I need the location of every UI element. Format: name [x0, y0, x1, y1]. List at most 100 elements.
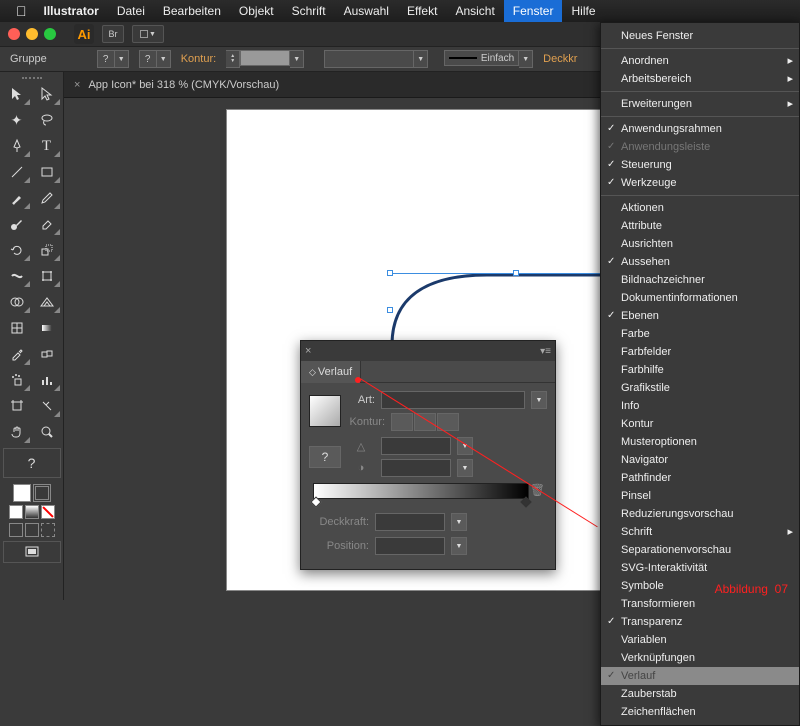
gradient-type-select[interactable]	[381, 391, 525, 409]
stroke-swatch-btn[interactable]: ?	[139, 50, 157, 68]
shape-builder-tool[interactable]	[3, 290, 31, 314]
minimize-window-button[interactable]	[26, 28, 38, 40]
pen-tool[interactable]	[3, 134, 31, 158]
menu-item-dokumentinformationen[interactable]: Dokumentinformationen	[601, 289, 799, 307]
direct-selection-tool[interactable]	[33, 82, 61, 106]
stroke-gradient-along[interactable]	[414, 413, 436, 431]
menu-item-erweiterungen[interactable]: Erweiterungen▸	[601, 95, 799, 113]
stroke-weight-field[interactable]	[240, 50, 290, 66]
zoom-tool[interactable]	[33, 420, 61, 444]
rectangle-tool[interactable]	[33, 160, 61, 184]
gradient-panel[interactable]: × ▾≡ ◇Verlauf Art: ▼ Kontur:	[300, 340, 556, 570]
menu-item-info[interactable]: Info	[601, 397, 799, 415]
draw-normal[interactable]	[9, 523, 23, 537]
gradient-type-dropdown[interactable]: ▼	[531, 391, 547, 409]
delete-stop-icon[interactable]: 🗑	[530, 483, 545, 497]
fill-dropdown[interactable]: ▼	[115, 50, 129, 68]
variable-width-dropdown[interactable]: ▼	[414, 50, 428, 68]
panel-grip[interactable]	[2, 74, 62, 82]
reverse-gradient-button[interactable]: ?	[309, 446, 341, 468]
menu-item-reduzierungsvorschau[interactable]: Reduzierungsvorschau	[601, 505, 799, 523]
blend-tool[interactable]	[33, 342, 61, 366]
menu-item-zauberstab[interactable]: Zauberstab	[601, 685, 799, 703]
gradient-angle-dropdown[interactable]: ▼	[457, 437, 473, 455]
symbol-sprayer-tool[interactable]	[3, 368, 31, 392]
menu-item-ausrichten[interactable]: Ausrichten	[601, 235, 799, 253]
menu-item-farbhilfe[interactable]: Farbhilfe	[601, 361, 799, 379]
close-window-button[interactable]	[8, 28, 20, 40]
panel-menu-icon[interactable]: ▾≡	[540, 346, 551, 357]
menu-item-grafikstile[interactable]: Grafikstile	[601, 379, 799, 397]
menu-item-werkzeuge[interactable]: Werkzeuge✓	[601, 174, 799, 192]
maximize-window-button[interactable]	[44, 28, 56, 40]
stroke-weight-dropdown[interactable]: ▼	[290, 50, 304, 68]
close-tab-icon[interactable]: ×	[74, 79, 80, 91]
draw-behind[interactable]	[25, 523, 39, 537]
lasso-tool[interactable]	[33, 108, 61, 132]
blob-brush-tool[interactable]	[3, 212, 31, 236]
none-mode[interactable]	[41, 505, 55, 519]
variable-width-profile[interactable]	[324, 50, 414, 68]
brush-definition[interactable]: Einfach	[444, 50, 519, 66]
opacity-label[interactable]: Deckkr	[543, 53, 577, 65]
gradient-aspect-input[interactable]	[381, 459, 451, 477]
menu-item-verkn-pfungen[interactable]: Verknüpfungen	[601, 649, 799, 667]
gradient-stop-end[interactable]	[520, 496, 531, 507]
menu-item-variablen[interactable]: Variablen	[601, 631, 799, 649]
screen-mode[interactable]	[3, 541, 61, 563]
fill-stroke-indicator[interactable]	[13, 484, 51, 502]
menu-item-separationenvorschau[interactable]: Separationenvorschau	[601, 541, 799, 559]
menu-select[interactable]: Auswahl	[335, 0, 398, 22]
rotate-tool[interactable]	[3, 238, 31, 262]
menu-item-zeichenfl-chen[interactable]: Zeichenflächen	[601, 703, 799, 721]
width-tool[interactable]	[3, 264, 31, 288]
menu-app[interactable]: Illustrator	[35, 0, 108, 22]
mesh-tool[interactable]	[3, 316, 31, 340]
menu-effect[interactable]: Effekt	[398, 0, 446, 22]
menu-view[interactable]: Ansicht	[446, 0, 503, 22]
unknown-tool[interactable]: ?	[3, 448, 61, 478]
menu-item-transformieren[interactable]: Transformieren	[601, 595, 799, 613]
menu-item-neues-fenster[interactable]: Neues Fenster	[601, 27, 799, 45]
pencil-tool[interactable]	[33, 186, 61, 210]
menu-item-navigator[interactable]: Navigator	[601, 451, 799, 469]
magic-wand-tool[interactable]: ✦	[3, 108, 31, 132]
bridge-button[interactable]: Br	[102, 25, 124, 43]
line-tool[interactable]	[3, 160, 31, 184]
arrange-documents-button[interactable]: ▼	[132, 25, 164, 43]
menu-help[interactable]: Hilfe	[562, 0, 604, 22]
selection-handle-tm[interactable]	[513, 270, 519, 276]
draw-inside[interactable]	[41, 523, 55, 537]
menu-item-musteroptionen[interactable]: Musteroptionen	[601, 433, 799, 451]
menu-item-kontur[interactable]: Kontur	[601, 415, 799, 433]
perspective-grid-tool[interactable]	[33, 290, 61, 314]
menu-item-svg-interaktivit-t[interactable]: SVG-Interaktivität	[601, 559, 799, 577]
menu-item-arbeitsbereich[interactable]: Arbeitsbereich▸	[601, 70, 799, 88]
menu-item-farbe[interactable]: Farbe	[601, 325, 799, 343]
free-transform-tool[interactable]	[33, 264, 61, 288]
gradient-angle-input[interactable]	[381, 437, 451, 455]
gradient-preview-swatch[interactable]	[309, 395, 341, 427]
menu-item-pathfinder[interactable]: Pathfinder	[601, 469, 799, 487]
stroke-weight-stepper[interactable]: ▲▼	[226, 50, 240, 68]
menu-item-pinsel[interactable]: Pinsel	[601, 487, 799, 505]
stop-opacity-input[interactable]	[375, 513, 445, 531]
fill-indicator[interactable]	[13, 484, 31, 502]
stop-position-dropdown[interactable]: ▼	[451, 537, 467, 555]
stroke-indicator[interactable]	[33, 484, 51, 502]
menu-item-farbfelder[interactable]: Farbfelder	[601, 343, 799, 361]
stroke-dropdown[interactable]: ▼	[157, 50, 171, 68]
gradient-tool[interactable]	[33, 316, 61, 340]
gradient-mode[interactable]	[25, 505, 39, 519]
paintbrush-tool[interactable]	[3, 186, 31, 210]
apple-logo-icon[interactable]: 	[8, 3, 35, 19]
menu-edit[interactable]: Bearbeiten	[154, 0, 230, 22]
selection-handle-tl[interactable]	[387, 270, 393, 276]
menu-item-verlauf[interactable]: Verlauf✓	[601, 667, 799, 685]
gradient-stop-start[interactable]	[310, 496, 321, 507]
menu-item-schrift[interactable]: Schrift▸	[601, 523, 799, 541]
stop-position-input[interactable]	[375, 537, 445, 555]
menu-item-steuerung[interactable]: Steuerung✓	[601, 156, 799, 174]
menu-file[interactable]: Datei	[108, 0, 154, 22]
menu-item-aktionen[interactable]: Aktionen	[601, 199, 799, 217]
